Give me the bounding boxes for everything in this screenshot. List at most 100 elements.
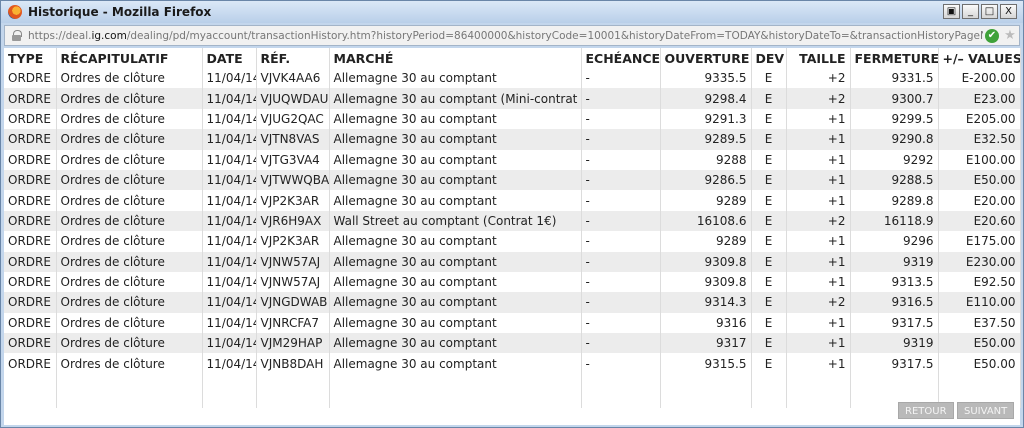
table-row[interactable]: ORDRE Ordres de clôture 11/04/14 VJR6H9AX Wa… xyxy=(4,210,1021,232)
address-bar[interactable]: https://deal.ig.com/dealing/pd/myaccount… xyxy=(4,25,1020,46)
cell-close: 9288.5 xyxy=(850,169,939,191)
cell-currency: E xyxy=(751,333,787,354)
cell-expiry: - xyxy=(581,292,661,313)
cell-recap: Ordres de clôture xyxy=(56,292,203,313)
col-header-date[interactable]: DATE xyxy=(202,48,257,68)
cell-close: 16118.9 xyxy=(850,210,939,232)
cell-close: 9292 xyxy=(850,149,939,170)
table-row[interactable]: ORDRE Ordres de clôture 11/04/14 VJNB8DAH Al… xyxy=(4,353,1021,374)
cell-close: 9299.5 xyxy=(850,108,939,130)
cell-close: 9319 xyxy=(850,251,939,272)
firefox-icon xyxy=(8,5,22,19)
cell-size: +1 xyxy=(786,271,851,293)
table-row[interactable]: ORDRE Ordres de clôture 11/04/14 VJTN8VAS Al… xyxy=(4,129,1021,150)
cell-size: +1 xyxy=(786,312,851,334)
cell-currency: E xyxy=(751,108,787,130)
cell-ref: VJUQWDAU xyxy=(256,88,330,109)
cell-currency: E xyxy=(751,88,787,109)
table-row[interactable]: ORDRE Ordres de clôture 11/04/14 VJVK4AA6 Al… xyxy=(4,68,1021,89)
cell-pnl: E175.00 xyxy=(938,231,1021,252)
cell-type: ORDRE xyxy=(4,251,57,272)
cell-recap: Ordres de clôture xyxy=(56,108,203,130)
cell-currency: E xyxy=(751,271,787,293)
cell-open: 9335.5 xyxy=(660,68,752,89)
cell-date: 11/04/14 xyxy=(202,129,257,150)
col-header-expiry[interactable]: ECHÉANCE xyxy=(581,48,661,68)
maximize-button[interactable]: □ xyxy=(981,4,998,19)
table-row[interactable]: ORDRE Ordres de clôture 11/04/14 VJP2K3AR Al… xyxy=(4,231,1021,252)
table-row[interactable]: ORDRE Ordres de clôture 11/04/14 VJM29HAP Al… xyxy=(4,333,1021,354)
table-row[interactable]: ORDRE Ordres de clôture 11/04/14 VJNW57AJ Al… xyxy=(4,271,1021,293)
col-header-market[interactable]: MARCHÉ xyxy=(329,48,582,68)
retour-button[interactable]: RETOUR xyxy=(898,402,954,419)
cell-date: 11/04/14 xyxy=(202,88,257,109)
cell-type: ORDRE xyxy=(4,149,57,170)
cell-expiry: - xyxy=(581,210,661,232)
cell-size: +1 xyxy=(786,129,851,150)
cell-market: Allemagne 30 au comptant (Mini-contrat 5… xyxy=(329,88,582,109)
cell-recap: Ordres de clôture xyxy=(56,251,203,272)
cell-market: Allemagne 30 au comptant xyxy=(329,108,582,130)
window-controls: ▣ _ □ X xyxy=(943,4,1017,19)
table-row[interactable]: ORDRE Ordres de clôture 11/04/14 VJUQWDAU Al… xyxy=(4,88,1021,109)
cell-close: 9317.5 xyxy=(850,312,939,334)
cell-close: 9331.5 xyxy=(850,68,939,89)
cell-recap: Ordres de clôture xyxy=(56,68,203,89)
cell-open: 9289 xyxy=(660,231,752,252)
verified-check-icon[interactable]: ✔ xyxy=(985,28,999,43)
cell-size: +1 xyxy=(786,149,851,170)
bookmark-star-icon[interactable]: ★ xyxy=(1003,28,1017,43)
cell-close: 9319 xyxy=(850,333,939,354)
cell-recap: Ordres de clôture xyxy=(56,190,203,211)
cell-close: 9296 xyxy=(850,231,939,252)
table-row[interactable]: ORDRE Ordres de clôture 11/04/14 VJP2K3AR Al… xyxy=(4,190,1021,211)
table-row[interactable]: ORDRE Ordres de clôture 11/04/14 VJNGDWAB Al… xyxy=(4,292,1021,313)
cell-date: 11/04/14 xyxy=(202,353,257,374)
cell-pnl: E20.60 xyxy=(938,210,1021,232)
cell-recap: Ordres de clôture xyxy=(56,333,203,354)
col-header-type[interactable]: TYPE xyxy=(4,48,57,68)
cell-close: 9290.8 xyxy=(850,129,939,150)
close-button[interactable]: X xyxy=(1000,4,1017,19)
cell-open: 9291.3 xyxy=(660,108,752,130)
cell-market: Allemagne 30 au comptant xyxy=(329,190,582,211)
col-header-ref[interactable]: RÉF. xyxy=(256,48,330,68)
suivant-button[interactable]: SUIVANT xyxy=(957,402,1015,419)
cell-close: 9313.5 xyxy=(850,271,939,293)
table-row[interactable]: ORDRE Ordres de clôture 11/04/14 VJTG3VA4 Al… xyxy=(4,149,1021,170)
restore-icon[interactable]: ▣ xyxy=(943,4,960,19)
url-text[interactable]: https://deal.ig.com/dealing/pd/myaccount… xyxy=(28,30,983,42)
table-row[interactable]: ORDRE Ordres de clôture 11/04/14 VJNRCFA7 Al… xyxy=(4,312,1021,334)
cell-date: 11/04/14 xyxy=(202,312,257,334)
cell-expiry: - xyxy=(581,190,661,211)
col-header-recap[interactable]: RÉCAPITULATIF xyxy=(56,48,203,68)
col-header-currency[interactable]: DEV xyxy=(751,48,787,68)
cell-open: 9289.5 xyxy=(660,129,752,150)
cell-expiry: - xyxy=(581,108,661,130)
cell-ref: VJP2K3AR xyxy=(256,190,330,211)
browser-window: Historique - Mozilla Firefox ▣ _ □ X htt… xyxy=(0,0,1024,428)
cell-ref: VJTWWQBA xyxy=(256,169,330,191)
cell-type: ORDRE xyxy=(4,231,57,252)
cell-recap: Ordres de clôture xyxy=(56,129,203,150)
col-header-pnl[interactable]: +/– VALUES xyxy=(938,48,1021,68)
cell-size: +1 xyxy=(786,169,851,191)
col-header-open[interactable]: OUVERTURE xyxy=(660,48,752,68)
col-header-size[interactable]: TAILLE xyxy=(786,48,851,68)
minimize-button[interactable]: _ xyxy=(962,4,979,19)
col-header-close[interactable]: FERMETURE xyxy=(850,48,939,68)
cell-pnl: E32.50 xyxy=(938,129,1021,150)
cell-expiry: - xyxy=(581,129,661,150)
cell-type: ORDRE xyxy=(4,333,57,354)
cell-close: 9289.8 xyxy=(850,190,939,211)
cell-open: 9289 xyxy=(660,190,752,211)
cell-expiry: - xyxy=(581,312,661,334)
cell-date: 11/04/14 xyxy=(202,108,257,130)
cell-size: +2 xyxy=(786,88,851,109)
cell-open: 9309.8 xyxy=(660,271,752,293)
table-row[interactable]: ORDRE Ordres de clôture 11/04/14 VJTWWQBA Al… xyxy=(4,169,1021,191)
table-row[interactable]: ORDRE Ordres de clôture 11/04/14 VJNW57AJ Al… xyxy=(4,251,1021,272)
cell-expiry: - xyxy=(581,149,661,170)
table-row[interactable]: ORDRE Ordres de clôture 11/04/14 VJUG2QAC Al… xyxy=(4,108,1021,130)
pagination-footer: RETOUR SUIVANT xyxy=(4,397,1020,425)
